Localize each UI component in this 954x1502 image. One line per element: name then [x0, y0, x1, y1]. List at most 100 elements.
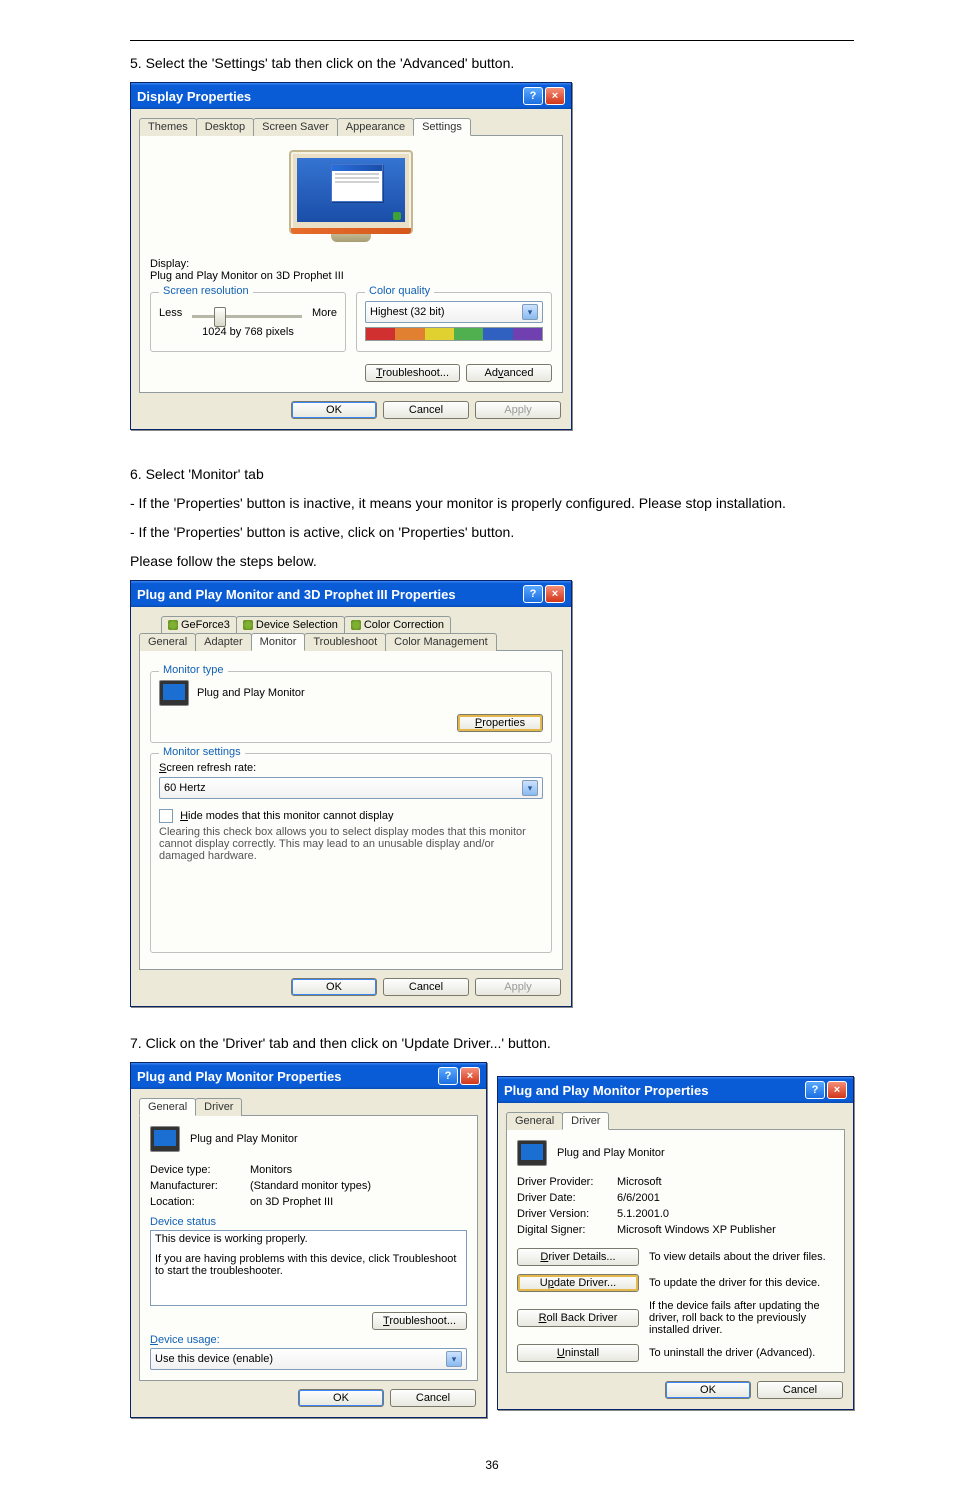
cancel-button[interactable]: Cancel [383, 401, 469, 419]
driver-provider-label: Driver Provider: [517, 1176, 609, 1188]
apply-button[interactable]: Apply [475, 401, 561, 419]
advanced-button[interactable]: Advanced [466, 364, 552, 382]
titlebar: Plug and Play Monitor Properties ? × [131, 1063, 486, 1089]
instruction-step6c: - If the 'Properties' button is active, … [130, 522, 854, 543]
update-driver-button[interactable]: Update Driver... [517, 1274, 639, 1292]
instruction-step6a: 6. Select 'Monitor' tab [130, 464, 854, 485]
ok-button[interactable]: OK [665, 1381, 751, 1399]
tab-troubleshoot[interactable]: Troubleshoot [304, 633, 386, 651]
tab-color-management[interactable]: Color Management [385, 633, 497, 651]
properties-button[interactable]: Properties [457, 714, 543, 732]
device-usage-value: Use this device (enable) [155, 1353, 273, 1365]
uninstall-button[interactable]: Uninstall [517, 1344, 639, 1362]
title-text: Plug and Play Monitor and 3D Prophet III… [137, 587, 456, 602]
refresh-rate-label: Screen refresh rate: [159, 762, 543, 774]
manufacturer-value: (Standard monitor types) [250, 1180, 371, 1192]
roll-back-driver-button[interactable]: Roll Back Driver [517, 1309, 639, 1327]
apply-button[interactable]: Apply [475, 978, 561, 996]
close-button-icon[interactable]: × [545, 585, 565, 603]
hide-modes-checkbox[interactable] [159, 809, 173, 823]
tab-settings[interactable]: Settings [413, 118, 471, 136]
titlebar: Plug and Play Monitor Properties ? × [498, 1077, 853, 1103]
tab-device-selection[interactable]: Device Selection [236, 616, 345, 633]
device-usage-label: Device usage: [150, 1334, 467, 1346]
driver-details-button[interactable]: Driver Details... [517, 1248, 639, 1266]
tab-monitor[interactable]: Monitor [251, 633, 306, 651]
tab-general[interactable]: General [506, 1112, 563, 1130]
tab-screen-saver[interactable]: Screen Saver [253, 118, 338, 136]
color-quality-dropdown[interactable]: Highest (32 bit) ▾ [365, 301, 543, 323]
help-button-icon[interactable]: ? [438, 1067, 458, 1085]
display-label: Display: [150, 258, 552, 270]
refresh-rate-value: 60 Hertz [164, 782, 206, 794]
manufacturer-label: Manufacturer: [150, 1180, 242, 1192]
tab-desktop[interactable]: Desktop [196, 118, 254, 136]
monitor-type-legend: Monitor type [159, 664, 228, 676]
titlebar: Plug and Play Monitor and 3D Prophet III… [131, 581, 571, 607]
ok-button[interactable]: OK [291, 978, 377, 996]
tab-general[interactable]: General [139, 633, 196, 651]
instruction-step5: 5. Select the 'Settings' tab then click … [130, 53, 854, 74]
roll-back-desc: If the device fails after updating the d… [649, 1300, 834, 1336]
uninstall-desc: To uninstall the driver (Advanced). [649, 1347, 834, 1359]
driver-provider-value: Microsoft [617, 1176, 662, 1188]
instruction-step7: 7. Click on the 'Driver' tab and then cl… [130, 1033, 854, 1054]
cancel-button[interactable]: Cancel [383, 978, 469, 996]
tab-driver[interactable]: Driver [195, 1098, 242, 1116]
more-label: More [312, 307, 337, 319]
device-status-heading: Device status [150, 1216, 467, 1228]
monitor-icon [150, 1126, 180, 1152]
nvidia-icon [243, 620, 253, 630]
tab-general[interactable]: General [139, 1098, 196, 1116]
title-text: Display Properties [137, 89, 251, 104]
chevron-down-icon: ▾ [522, 780, 538, 796]
troubleshoot-button[interactable]: Troubleshoot... [372, 1312, 467, 1330]
close-button-icon[interactable]: × [827, 1081, 847, 1099]
monitor-name: Plug and Play Monitor [197, 687, 305, 699]
help-button-icon[interactable]: ? [805, 1081, 825, 1099]
troubleshoot-button[interactable]: Troubleshoot... [365, 364, 460, 382]
instruction-step6b: - If the 'Properties' button is inactive… [130, 493, 854, 514]
help-button-icon[interactable]: ? [523, 87, 543, 105]
help-button-icon[interactable]: ? [523, 585, 543, 603]
instruction-step6d: Please follow the steps below. [130, 551, 854, 572]
device-status-box: This device is working properly. If you … [150, 1230, 467, 1306]
close-button-icon[interactable]: × [545, 87, 565, 105]
tab-color-correction[interactable]: Color Correction [344, 616, 451, 633]
location-value: on 3D Prophet III [250, 1196, 333, 1208]
tab-geforce3[interactable]: GeForce3 [161, 616, 237, 633]
monitor-name: Plug and Play Monitor [190, 1133, 298, 1145]
color-quality-value: Highest (32 bit) [370, 306, 445, 318]
tab-driver[interactable]: Driver [562, 1112, 609, 1130]
monitor-icon [159, 680, 189, 706]
tab-themes[interactable]: Themes [139, 118, 197, 136]
tab-adapter[interactable]: Adapter [195, 633, 252, 651]
cancel-button[interactable]: Cancel [390, 1389, 476, 1407]
nvidia-icon [351, 620, 361, 630]
resolution-slider[interactable] [192, 315, 302, 318]
title-text: Plug and Play Monitor Properties [504, 1083, 708, 1098]
ok-button[interactable]: OK [291, 401, 377, 419]
driver-date-value: 6/6/2001 [617, 1192, 660, 1204]
monitor-properties-driver-dialog: Plug and Play Monitor Properties ? × Gen… [497, 1076, 854, 1410]
digital-signer-value: Microsoft Windows XP Publisher [617, 1224, 776, 1236]
title-text: Plug and Play Monitor Properties [137, 1069, 341, 1084]
ok-button[interactable]: OK [298, 1389, 384, 1407]
device-usage-dropdown[interactable]: Use this device (enable) ▾ [150, 1348, 467, 1370]
refresh-rate-dropdown[interactable]: 60 Hertz ▾ [159, 777, 543, 799]
driver-version-value: 5.1.2001.0 [617, 1208, 669, 1220]
monitor-settings-legend: Monitor settings [159, 746, 245, 758]
cancel-button[interactable]: Cancel [757, 1381, 843, 1399]
close-button-icon[interactable]: × [460, 1067, 480, 1085]
page-number: 36 [130, 1458, 854, 1472]
update-driver-desc: To update the driver for this device. [649, 1277, 834, 1289]
display-value: Plug and Play Monitor on 3D Prophet III [150, 270, 552, 282]
device-status-value: This device is working properly. [155, 1233, 462, 1245]
device-status-help: If you are having problems with this dev… [155, 1253, 462, 1277]
chevron-down-icon: ▾ [522, 304, 538, 320]
nvidia-icon [168, 620, 178, 630]
tab-appearance[interactable]: Appearance [337, 118, 414, 136]
screen-resolution-legend: Screen resolution [159, 285, 253, 297]
monitor-name: Plug and Play Monitor [557, 1147, 665, 1159]
monitor-preview-icon [281, 150, 421, 250]
